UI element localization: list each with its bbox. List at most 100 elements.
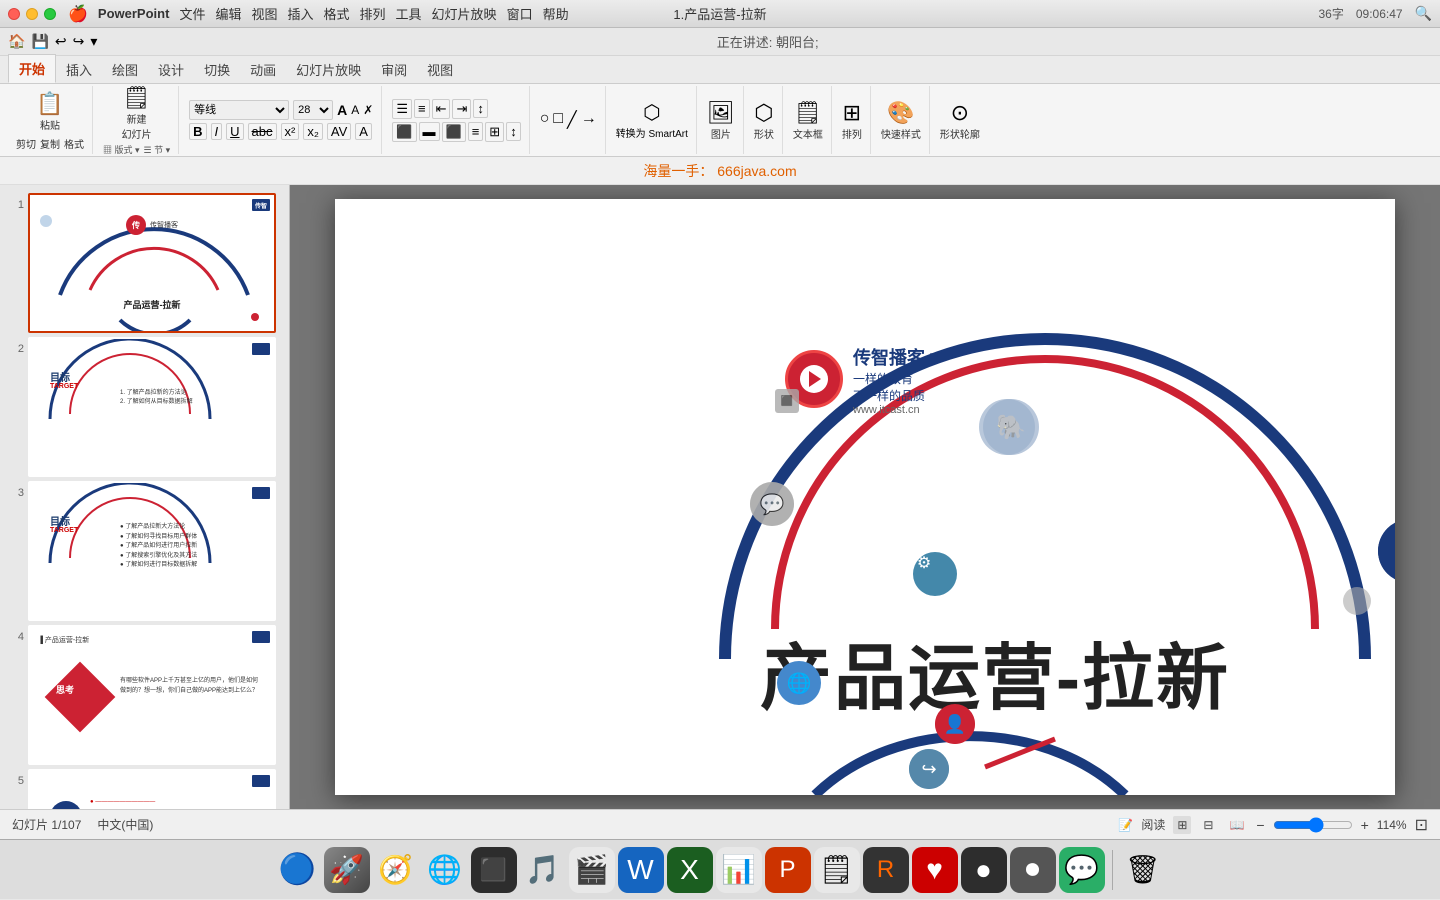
decrease-size-button[interactable]: A (351, 103, 359, 117)
slide-thumb-5[interactable]: 5 目 ● —————————— 第一项内容描述 (4, 769, 285, 809)
list-bullet-button[interactable]: ☰ (392, 99, 412, 119)
shape-line[interactable]: ╱ (567, 110, 577, 130)
paste-button[interactable]: 📋 粘贴 (32, 89, 67, 134)
shapes-button[interactable]: ⬡ 形状 (754, 100, 774, 141)
dock-launchpad[interactable]: 🚀 (324, 847, 370, 893)
shapeeffects-button[interactable]: ⊙ 形状轮廓 (940, 100, 980, 141)
menu-slideshow[interactable]: 幻灯片放映 (432, 4, 497, 23)
traffic-lights[interactable] (8, 8, 56, 20)
menu-edit[interactable]: 编辑 (215, 4, 241, 23)
columns-button[interactable]: ⊞ (485, 122, 504, 142)
dock-trash[interactable]: 🗑 (1120, 847, 1166, 893)
fit-window-button[interactable]: ⊡ (1415, 815, 1428, 835)
align-right-button[interactable]: ⬛ (442, 122, 466, 142)
tab-insert[interactable]: 插入 (56, 56, 102, 83)
close-button[interactable] (8, 8, 20, 20)
tab-home[interactable]: 开始 (8, 54, 56, 83)
highlight-button[interactable]: A (355, 123, 372, 140)
view-sorter-button[interactable]: ⊟ (1199, 816, 1217, 834)
menu-file[interactable]: 文件 (179, 4, 205, 23)
search-icon[interactable]: 🔍 (1415, 5, 1432, 22)
dock-app11[interactable]: ♥ (912, 847, 958, 893)
dock-wechat[interactable]: 💬 (1059, 847, 1105, 893)
redo-button[interactable]: ↪ (73, 33, 85, 50)
dock-powerpoint[interactable]: P (765, 847, 811, 893)
dock-app10[interactable]: R (863, 847, 909, 893)
view-reading-button[interactable]: 📖 (1225, 816, 1248, 834)
menu-help[interactable]: 帮助 (543, 4, 569, 23)
cut-button[interactable]: 剪切 (16, 136, 36, 151)
slide-thumb-4[interactable]: 4 ▐ 产品运营-拉新 思考 有哪些软件APP上千万甚至上亿的用户，他们是如何做… (4, 625, 285, 765)
menu-format[interactable]: 格式 (324, 4, 350, 23)
text-direction-button[interactable]: ↕ (473, 99, 488, 118)
tab-view[interactable]: 视图 (417, 56, 463, 83)
justify-button[interactable]: ≡ (468, 122, 484, 141)
picture-button[interactable]: 🖼 图片 (707, 100, 735, 141)
tab-review[interactable]: 审阅 (371, 56, 417, 83)
menu-view[interactable]: 视图 (251, 4, 277, 23)
dock-terminal[interactable]: ⬛ (471, 847, 517, 893)
increase-size-button[interactable]: A (337, 102, 347, 118)
quickstyle-button[interactable]: 🎨 快速样式 (881, 100, 921, 141)
menu-tools[interactable]: 工具 (396, 4, 422, 23)
dock-app13[interactable]: ⏺ (1010, 847, 1056, 893)
dock-safari[interactable]: 🧭 (373, 847, 419, 893)
dock-app9[interactable]: 🗒 (814, 847, 860, 893)
version-button[interactable]: ▦ 版式 ▾ (103, 143, 140, 156)
underline-button[interactable]: U (226, 123, 243, 140)
strikethrough-button[interactable]: abc (248, 123, 277, 140)
italic-button[interactable]: I (211, 123, 223, 140)
copy-button[interactable]: 复制 (40, 136, 60, 151)
dock-app6[interactable]: 🎬 (569, 847, 615, 893)
zoom-out-button[interactable]: − (1256, 817, 1264, 833)
view-normal-button[interactable]: ⊞ (1173, 816, 1191, 834)
tab-transition[interactable]: 切换 (194, 56, 240, 83)
clear-format-button[interactable]: ✗ (363, 103, 373, 117)
tab-draw[interactable]: 绘图 (102, 56, 148, 83)
dock-excel[interactable]: X (667, 847, 713, 893)
align-left-button[interactable]: ⬛ (392, 122, 416, 142)
decrease-indent-button[interactable]: ⇤ (432, 99, 451, 119)
shape-rect[interactable]: □ (553, 110, 563, 130)
font-size-select[interactable]: 28 (293, 100, 333, 120)
list-number-button[interactable]: ≡ (414, 99, 430, 118)
customize-icon[interactable]: ▾ (90, 33, 97, 50)
notes-icon[interactable]: 📝 (1118, 818, 1133, 832)
section-button[interactable]: ☰ 节 ▾ (144, 143, 171, 156)
bold-button[interactable]: B (189, 123, 206, 140)
tab-slideshow[interactable]: 幻灯片放映 (286, 56, 371, 83)
maximize-button[interactable] (44, 8, 56, 20)
align-center-button[interactable]: ▬ (419, 122, 440, 141)
textbox-button[interactable]: 🗒 文本框 (793, 100, 823, 141)
dock-app7[interactable]: W (618, 847, 664, 893)
apple-icon[interactable]: 🍎 (68, 4, 88, 24)
increase-indent-button[interactable]: ⇥ (452, 99, 471, 119)
dock-app5[interactable]: 🎵 (520, 847, 566, 893)
slide-thumb-2[interactable]: 2 目标 TARGET 1. 了解产品拉新的方法论 2. 了解如何从目标数据拆解 (4, 337, 285, 477)
subscript-button[interactable]: x² (281, 123, 300, 140)
menu-insert[interactable]: 插入 (287, 4, 313, 23)
font-family-select[interactable]: 等线 (189, 100, 289, 120)
dock-app12[interactable]: ● (961, 847, 1007, 893)
slide-canvas[interactable]: 传智播客 ™ 一样的教育 不一样的品质 www.itcast.cn ⬛ (335, 199, 1395, 795)
tab-animation[interactable]: 动画 (240, 56, 286, 83)
menu-arrange[interactable]: 排列 (360, 4, 386, 23)
slide-thumb-3[interactable]: 3 目标 TARGET ● 了解产品拉新大方法论 ● 了解如何寻找目标用户群体 … (4, 481, 285, 621)
shape-circle[interactable]: ○ (540, 110, 550, 130)
zoom-in-button[interactable]: + (1361, 817, 1369, 833)
shape-arrow[interactable]: → (581, 110, 597, 130)
zoom-slider[interactable] (1273, 819, 1353, 831)
line-spacing-button[interactable]: ↕ (506, 122, 521, 141)
save-button[interactable]: 💾 (31, 33, 48, 50)
format-painter[interactable]: 格式 (64, 136, 84, 151)
comments-button[interactable]: 阅读 (1141, 816, 1165, 833)
home-icon[interactable]: 🏠 (8, 33, 25, 50)
superscript-button[interactable]: x₂ (303, 123, 323, 140)
new-slide-button[interactable]: 🗒 新建 幻灯片 (122, 85, 152, 141)
convert-smartart-button[interactable]: ⬡ 转换为 SmartArt (616, 100, 688, 140)
arrange-button[interactable]: ⊞ 排列 (842, 100, 862, 141)
dock-chrome[interactable]: 🌐 (422, 847, 468, 893)
dock-finder[interactable]: 🔵 (275, 847, 321, 893)
minimize-button[interactable] (26, 8, 38, 20)
tab-design[interactable]: 设计 (148, 56, 194, 83)
